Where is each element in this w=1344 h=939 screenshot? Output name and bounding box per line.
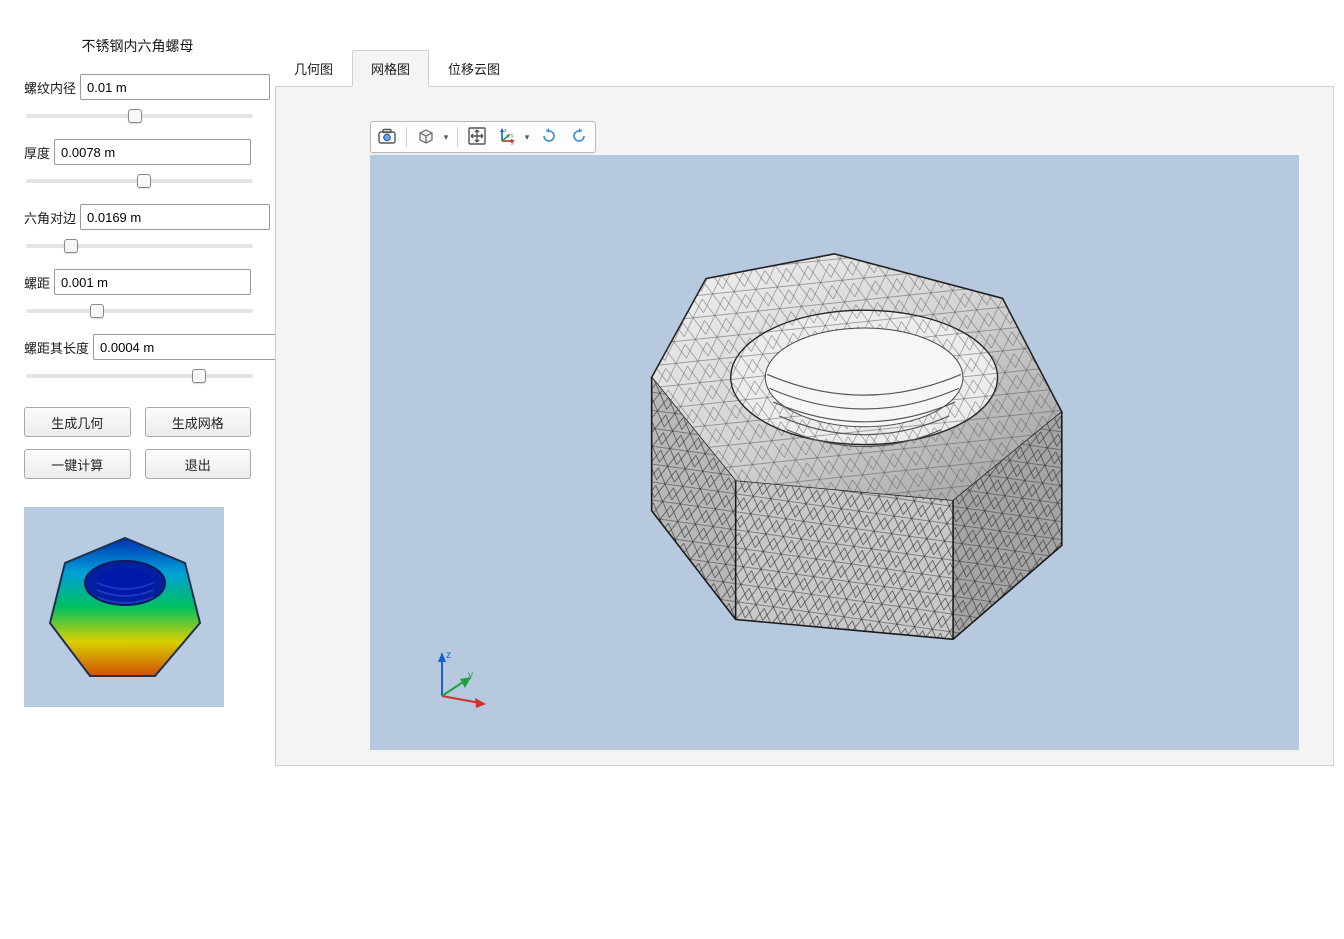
- param-input-thread-inner-dia[interactable]: [80, 74, 270, 100]
- tab-displacement[interactable]: 位移云图: [429, 50, 519, 87]
- canvas-container: ▾ zyx ▾: [275, 86, 1334, 766]
- svg-text:y: y: [511, 133, 514, 139]
- sidebar: 不锈钢内六角螺母 螺纹内径 厚度 六角对边 螺距: [20, 30, 255, 939]
- param-label: 螺距: [24, 273, 50, 292]
- rotate-cw-icon: [540, 127, 558, 148]
- compute-button[interactable]: 一键计算: [24, 449, 131, 479]
- axis-y-label: y: [468, 670, 473, 681]
- rotate-ccw-button[interactable]: [565, 124, 593, 150]
- tab-mesh[interactable]: 网格图: [352, 50, 429, 87]
- 3d-viewport[interactable]: z x y: [370, 155, 1299, 750]
- param-slider-pitch[interactable]: [26, 309, 253, 313]
- param-input-pitch[interactable]: [54, 269, 251, 295]
- preview-contour-icon: [25, 508, 224, 707]
- sidebar-title: 不锈钢内六角螺母: [20, 30, 255, 56]
- param-pitch: 螺距: [20, 269, 255, 316]
- tab-geometry[interactable]: 几何图: [275, 50, 352, 87]
- screenshot-button[interactable]: [373, 124, 401, 150]
- viewport-toolbar: ▾ zyx ▾: [370, 121, 596, 153]
- axes-select-dropdown[interactable]: ▾: [521, 132, 533, 143]
- param-slider-pitch-length[interactable]: [26, 374, 253, 378]
- param-label: 螺距其长度: [24, 338, 89, 357]
- exit-button[interactable]: 退出: [145, 449, 252, 479]
- generate-mesh-button[interactable]: 生成网格: [145, 407, 252, 437]
- camera-icon: [378, 128, 396, 147]
- param-slider-thickness[interactable]: [26, 179, 253, 183]
- param-thickness: 厚度: [20, 139, 255, 186]
- param-slider-hex-flat[interactable]: [26, 244, 253, 248]
- axis-z-label: z: [446, 650, 451, 661]
- rotate-ccw-icon: [570, 127, 588, 148]
- param-pitch-length: 螺距其长度: [20, 334, 255, 381]
- rotate-cw-button[interactable]: [535, 124, 563, 150]
- axis-x-label: x: [474, 706, 479, 708]
- move-arrows-icon: [468, 127, 486, 148]
- axes-icon: zyx: [498, 127, 516, 148]
- param-input-thickness[interactable]: [54, 139, 251, 165]
- param-label: 厚度: [24, 143, 50, 162]
- generate-geometry-button[interactable]: 生成几何: [24, 407, 131, 437]
- param-thread-inner-dia: 螺纹内径: [20, 74, 255, 121]
- view-cube-button[interactable]: [412, 126, 440, 149]
- cube-icon: [417, 127, 435, 148]
- param-hex-flat: 六角对边: [20, 204, 255, 251]
- param-label: 六角对边: [24, 208, 76, 227]
- svg-text:z: z: [504, 128, 507, 134]
- param-slider-thread-inner-dia[interactable]: [26, 114, 253, 118]
- move-button[interactable]: [463, 124, 491, 150]
- param-label: 螺纹内径: [24, 78, 76, 97]
- mesh-nut-icon: [370, 155, 1299, 743]
- axes-select-button[interactable]: zyx: [493, 126, 521, 149]
- view-cube-dropdown[interactable]: ▾: [440, 132, 452, 143]
- main-area: 几何图 网格图 位移云图 ▾: [255, 30, 1344, 939]
- param-input-hex-flat[interactable]: [80, 204, 270, 230]
- tabs: 几何图 网格图 位移云图: [275, 50, 1334, 87]
- axis-triad-icon: z x y: [430, 648, 490, 708]
- result-preview: [24, 507, 224, 707]
